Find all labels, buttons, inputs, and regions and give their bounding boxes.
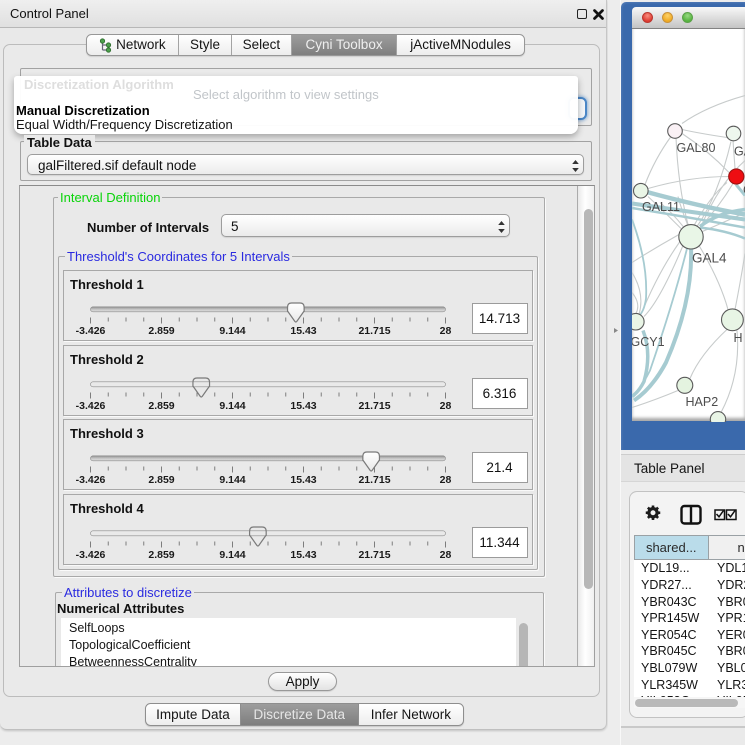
- svg-text:-3.426: -3.426: [76, 474, 106, 486]
- svg-text:HAP2: HAP2: [686, 395, 719, 409]
- svg-text:-3.426: -3.426: [76, 325, 106, 337]
- svg-text:28: 28: [440, 325, 452, 337]
- svg-text:-3.426: -3.426: [76, 549, 106, 561]
- svg-text:9.144: 9.144: [219, 474, 245, 486]
- svg-text:21.715: 21.715: [358, 549, 390, 561]
- svg-text:2.859: 2.859: [148, 474, 174, 486]
- svg-text:21.715: 21.715: [358, 474, 390, 486]
- svg-text:GAL11: GAL11: [642, 200, 680, 214]
- svg-text:-3.426: -3.426: [76, 400, 106, 412]
- svg-text:9.144: 9.144: [219, 325, 245, 337]
- svg-text:GAL80: GAL80: [677, 141, 716, 155]
- svg-text:21.715: 21.715: [358, 400, 390, 412]
- svg-text:28: 28: [440, 474, 452, 486]
- svg-text:15.43: 15.43: [290, 400, 316, 412]
- svg-text:28: 28: [440, 549, 452, 561]
- svg-text:H: H: [734, 331, 743, 345]
- svg-text:15.43: 15.43: [290, 549, 316, 561]
- svg-text:2.859: 2.859: [148, 400, 174, 412]
- svg-text:GA: GA: [734, 144, 745, 158]
- svg-text:GAL4: GAL4: [692, 250, 727, 265]
- svg-text:28: 28: [440, 400, 452, 412]
- svg-text:15.43: 15.43: [290, 325, 316, 337]
- svg-text:21.715: 21.715: [358, 325, 390, 337]
- svg-text:2.859: 2.859: [148, 325, 174, 337]
- svg-text:15.43: 15.43: [290, 474, 316, 486]
- svg-text:GCY1: GCY1: [632, 335, 665, 349]
- svg-text:2.859: 2.859: [148, 549, 174, 561]
- svg-text:9.144: 9.144: [219, 400, 245, 412]
- svg-text:9.144: 9.144: [219, 549, 245, 561]
